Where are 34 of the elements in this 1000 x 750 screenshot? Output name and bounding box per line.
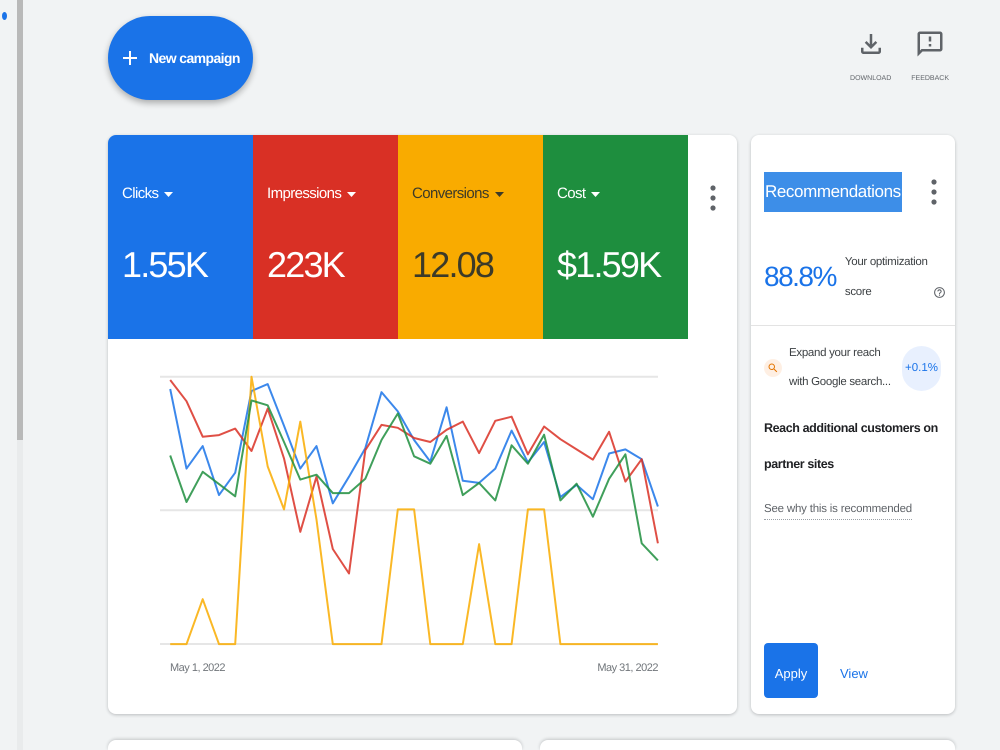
help-icon[interactable] — [932, 286, 946, 299]
caret-icon — [494, 192, 504, 196]
metric-value: 223K — [267, 245, 344, 285]
recommendation-headline: Reach additional customers on partner sites — [764, 420, 939, 473]
search-icon — [764, 359, 782, 377]
metric-tile[interactable]: Clicks 1.55K — [108, 135, 253, 339]
metric-tile[interactable]: Impressions 223K — [253, 135, 398, 339]
apply-button[interactable]: Apply — [764, 643, 818, 698]
optimization-score: 88.8% — [764, 260, 836, 294]
axis-label: May 31, 2022 — [597, 661, 658, 676]
metric-value: 1.55K — [122, 245, 208, 285]
more-options-icon[interactable] — [710, 185, 716, 211]
metric-tile[interactable]: Cost $1.59K — [543, 135, 688, 339]
more-options-icon[interactable] — [931, 179, 937, 205]
caret-icon — [591, 192, 600, 196]
card-title: Recommendations — [764, 172, 902, 212]
dot-icon — [2, 12, 7, 20]
metric-label: Impressions — [267, 184, 342, 204]
axis-label: May 1, 2022 — [170, 661, 226, 676]
metric-label: Conversions — [412, 184, 489, 204]
metric-label: Cost — [557, 184, 586, 204]
score-label: Your optimization score — [844, 255, 929, 300]
metric-label: Clicks — [122, 184, 158, 204]
uplift-badge: +0.1% — [902, 346, 941, 390]
scrollbar-thumb[interactable] — [17, 0, 23, 440]
new-campaign-button[interactable]: New campaign — [108, 16, 253, 100]
caret-icon — [164, 192, 174, 196]
reason-link[interactable]: See why this is recommended — [764, 500, 912, 520]
metric-tile[interactable]: Conversions 12.08 — [398, 135, 543, 339]
caret-icon — [347, 192, 356, 196]
view-button[interactable]: View — [840, 666, 868, 682]
metric-value: 12.08 — [412, 245, 494, 285]
metric-value: $1.59K — [557, 245, 660, 285]
recommendation-summary: Expand your reach with Google search... — [789, 346, 892, 390]
